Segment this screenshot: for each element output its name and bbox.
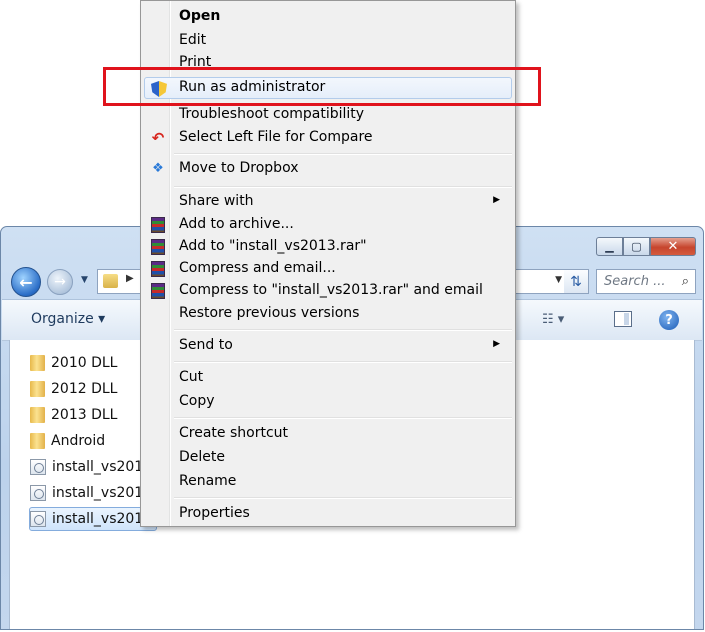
menu-item-label: Move to Dropbox	[179, 160, 299, 176]
menu-item-label: Create shortcut	[179, 425, 289, 441]
search-placeholder: Search ...	[604, 274, 666, 289]
submenu-arrow-icon: ▶	[493, 195, 500, 205]
folder-icon	[30, 355, 45, 371]
menu-item-label: Troubleshoot compatibility	[179, 106, 365, 122]
dropbox-icon: ❖	[152, 161, 164, 176]
list-item-selected[interactable]: install_vs2013	[29, 507, 158, 531]
menu-item-compress-email[interactable]: Compress and email...	[144, 258, 512, 280]
menu-item-rename[interactable]: Rename	[144, 471, 512, 493]
file-name: 2012 DLL	[51, 381, 118, 397]
menu-item-share-with[interactable]: Share with ▶	[144, 191, 512, 213]
installer-file-icon	[30, 459, 46, 475]
menu-separator	[174, 497, 512, 499]
menu-item-print[interactable]: Print	[144, 52, 512, 66]
menu-item-send-to[interactable]: Send to ▶	[144, 335, 512, 357]
winrar-icon	[151, 239, 165, 255]
menu-item-edit[interactable]: Edit	[144, 30, 512, 52]
menu-item-label: Rename	[179, 473, 237, 489]
menu-item-move-dropbox[interactable]: ❖ Move to Dropbox	[144, 158, 512, 180]
recent-pages-dropdown-icon[interactable]: ▼	[81, 275, 88, 285]
folder-icon	[30, 381, 45, 397]
menu-separator	[174, 153, 512, 155]
menu-item-label: Open	[179, 8, 221, 24]
file-name: install_vs2012	[52, 485, 153, 501]
menu-item-label: Restore previous versions	[179, 305, 360, 321]
menu-item-properties[interactable]: Properties	[144, 503, 512, 525]
menu-item-label: Select Left File for Compare	[179, 129, 373, 145]
menu-item-label: Share with	[179, 193, 254, 209]
menu-item-copy[interactable]: Copy	[144, 391, 512, 413]
list-item[interactable]: 2010 DLL	[30, 351, 117, 375]
list-item[interactable]: Android	[30, 429, 105, 453]
file-name: 2013 DLL	[51, 407, 118, 423]
menu-item-add-archive[interactable]: Add to archive...	[144, 214, 512, 236]
menu-item-cut[interactable]: Cut	[144, 367, 512, 389]
menu-separator	[174, 361, 512, 363]
menu-item-label: Compress and email...	[179, 260, 336, 276]
menu-separator	[174, 417, 512, 419]
winrar-icon	[151, 261, 165, 277]
window-controls: ▁ ▢ ✕	[596, 237, 696, 256]
menu-item-label: Print	[179, 54, 212, 66]
search-icon[interactable]: ⌕	[682, 274, 689, 289]
winrar-icon	[151, 217, 165, 233]
installer-file-icon	[30, 511, 46, 527]
menu-item-label: Copy	[179, 393, 215, 409]
menu-item-label: Properties	[179, 505, 250, 521]
menu-item-label: Cut	[179, 369, 204, 385]
menu-item-open[interactable]: Open	[144, 6, 512, 28]
organize-button[interactable]: Organize ▾	[31, 311, 105, 327]
winrar-icon	[151, 283, 165, 299]
menu-item-select-left[interactable]: ↶ Select Left File for Compare	[144, 127, 512, 149]
menu-item-label: Delete	[179, 449, 225, 465]
list-item[interactable]: install_vs2012	[30, 481, 152, 505]
search-input[interactable]: Search ... ⌕	[596, 269, 696, 294]
file-name: install_vs2013	[52, 511, 153, 527]
list-item[interactable]: 2012 DLL	[30, 377, 117, 401]
address-dropdown-icon[interactable]: ▼	[555, 275, 562, 285]
folder-icon	[30, 407, 45, 423]
back-button[interactable]: ←	[11, 267, 41, 297]
refresh-button[interactable]: ⇅	[564, 269, 589, 294]
menu-separator	[174, 329, 512, 331]
close-button[interactable]: ✕	[650, 237, 696, 256]
list-item[interactable]: 2013 DLL	[30, 403, 117, 427]
maximize-button[interactable]: ▢	[623, 237, 650, 256]
file-name: Android	[51, 433, 106, 449]
submenu-arrow-icon: ▶	[493, 339, 500, 349]
breadcrumb-chevron-icon[interactable]: ▶	[126, 273, 134, 284]
folder-icon	[103, 274, 118, 288]
compare-arrow-icon: ↶	[151, 129, 165, 147]
forward-button[interactable]: →	[47, 269, 73, 295]
menu-item-restore[interactable]: Restore previous versions	[144, 303, 512, 325]
menu-separator	[174, 186, 512, 188]
minimize-button[interactable]: ▁	[596, 237, 623, 256]
menu-item-troubleshoot[interactable]: Troubleshoot compatibility	[144, 104, 512, 126]
preview-pane-icon[interactable]	[614, 311, 632, 327]
menu-item-compress-rar-email[interactable]: Compress to "install_vs2013.rar" and ema…	[144, 280, 512, 302]
folder-icon	[30, 433, 45, 449]
menu-item-label: Edit	[179, 32, 207, 48]
menu-item-label: Add to "install_vs2013.rar"	[179, 238, 367, 254]
installer-file-icon	[30, 485, 46, 501]
highlight-annotation-box	[103, 67, 541, 106]
menu-item-label: Send to	[179, 337, 233, 353]
change-view-button[interactable]: ☷ ▾	[542, 312, 564, 327]
file-name: 2010 DLL	[51, 355, 118, 371]
list-item[interactable]: install_vs2010	[30, 455, 152, 479]
file-name: install_vs2010	[52, 459, 153, 475]
menu-item-add-rar[interactable]: Add to "install_vs2013.rar"	[144, 236, 512, 258]
help-icon[interactable]: ?	[659, 310, 679, 330]
menu-item-label: Compress to "install_vs2013.rar" and ema…	[179, 282, 483, 298]
menu-item-delete[interactable]: Delete	[144, 447, 512, 469]
menu-item-create-shortcut[interactable]: Create shortcut	[144, 423, 512, 445]
menu-item-label: Add to archive...	[179, 216, 294, 232]
